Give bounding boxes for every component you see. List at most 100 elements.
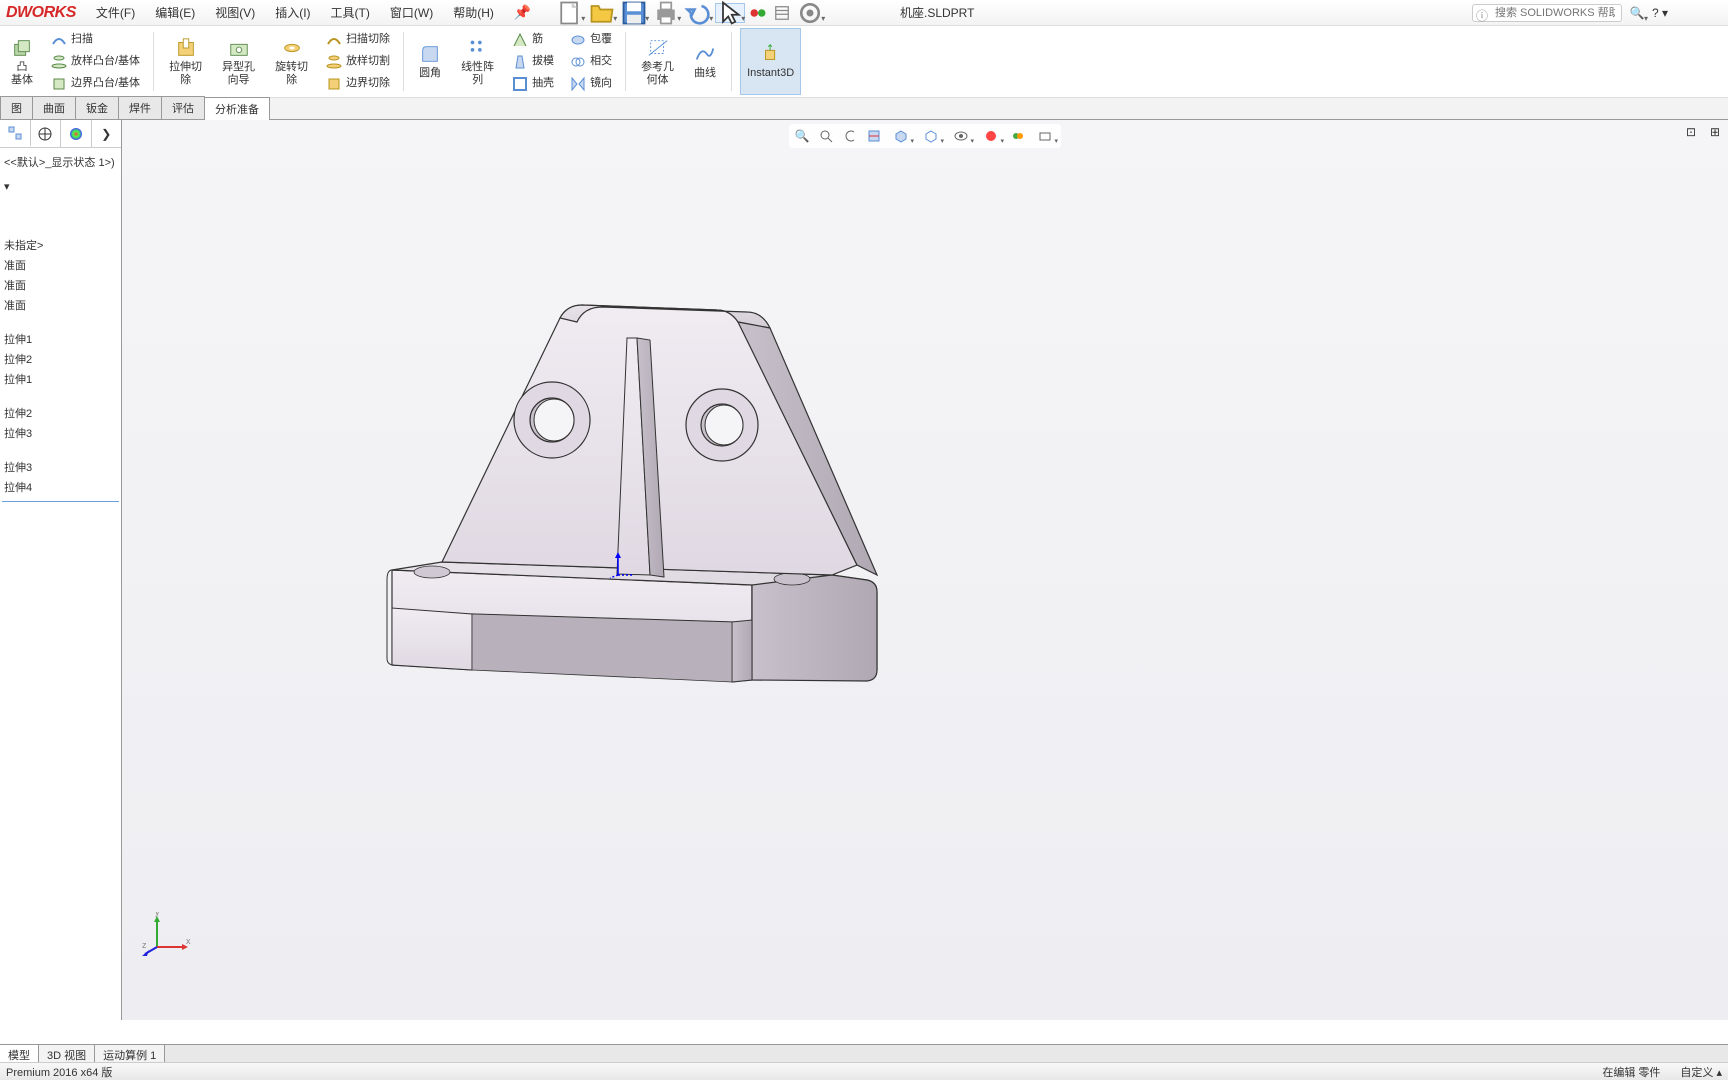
instant3d-button[interactable]: Instant3D: [740, 28, 801, 95]
editing-status: 在编辑 零件: [1602, 1064, 1660, 1080]
hole-wizard-label: 异型孔 向导: [222, 61, 255, 86]
view-toolbar: 🔍 ▾ ▾ ▾ ▾ ▾: [789, 124, 1061, 148]
new-doc-button[interactable]: ▾: [555, 3, 585, 23]
menu-edit[interactable]: 编辑(E): [147, 1, 203, 24]
help-menu-button[interactable]: ? ▾: [1652, 6, 1668, 20]
tree-item-plane[interactable]: 准面: [2, 275, 119, 295]
settings-button[interactable]: ▾: [795, 3, 825, 23]
shell-button[interactable]: 抽壳: [507, 73, 559, 95]
quick-access-toolbar: ▾ ▾ ▾ ▾ ▾ ▾ ▾: [555, 3, 825, 23]
rebuild-button[interactable]: [747, 3, 769, 23]
print-button[interactable]: ▾: [651, 3, 681, 23]
tree-item-feature[interactable]: 拉伸1: [2, 369, 119, 389]
menu-help[interactable]: 帮助(H): [445, 1, 502, 24]
tab-weldment[interactable]: 焊件: [118, 96, 162, 119]
loft-cut-label: 放样切割: [346, 55, 390, 68]
boundary-cut-button[interactable]: 边界切除: [321, 73, 395, 95]
menu-window[interactable]: 窗口(W): [382, 1, 441, 24]
options-button[interactable]: [771, 3, 793, 23]
tab-evaluate[interactable]: 评估: [161, 96, 205, 119]
custom-status[interactable]: 自定义 ▴: [1680, 1064, 1722, 1080]
tree-item-plane[interactable]: 准面: [2, 255, 119, 275]
swept-boss-button[interactable]: 扫描: [46, 29, 145, 51]
feature-tree: <<默认>_显示状态 1>) ▾ 未指定> 准面 准面 准面 拉伸1 拉伸2 拉…: [0, 148, 121, 510]
previous-view-icon[interactable]: [839, 126, 861, 146]
menu-tools[interactable]: 工具(T): [323, 1, 378, 24]
tab-sheetmetal[interactable]: 钣金: [75, 96, 119, 119]
boundary-boss-button[interactable]: 边界凸台/基体: [46, 73, 145, 95]
search-go-button[interactable]: 🔍▾: [1626, 3, 1648, 23]
edit-appearance-icon[interactable]: ▾: [977, 126, 1005, 146]
viewport-max-icon[interactable]: ⊞: [1704, 122, 1726, 142]
tree-item-feature[interactable]: 拉伸3: [2, 423, 119, 443]
viewport-restore-icon[interactable]: ⊡: [1680, 122, 1702, 142]
view-triad[interactable]: y x z: [142, 912, 192, 960]
linear-pattern-button[interactable]: 线性阵 列: [454, 28, 501, 95]
wrap-button[interactable]: 包覆: [565, 29, 617, 51]
instant3d-label: Instant3D: [747, 67, 794, 80]
tree-item[interactable]: ▾: [2, 178, 119, 195]
loft-cut-button[interactable]: 放样切割: [321, 51, 395, 73]
rollback-bar[interactable]: [2, 501, 119, 502]
mirror-button[interactable]: 镜向: [565, 73, 617, 95]
tab-analysis[interactable]: 分析准备: [204, 97, 270, 120]
tab-feature[interactable]: 图: [0, 96, 33, 119]
reference-geometry-label: 参考几 何体: [641, 61, 674, 86]
hole-wizard-button[interactable]: 异型孔 向导: [215, 28, 262, 95]
zoom-fit-icon[interactable]: 🔍: [791, 126, 813, 146]
curves-button[interactable]: 曲线: [687, 28, 723, 95]
extrude-cut-label: 拉伸切 除: [169, 61, 202, 86]
extrude-cut-button[interactable]: 拉伸切 除: [162, 28, 209, 95]
undo-button[interactable]: ▾: [683, 3, 713, 23]
tree-item-material[interactable]: 未指定>: [2, 235, 119, 255]
tree-item-feature[interactable]: 拉伸2: [2, 349, 119, 369]
display-style-icon[interactable]: ▾: [917, 126, 945, 146]
menu-insert[interactable]: 插入(I): [267, 1, 318, 24]
apply-scene-icon[interactable]: [1007, 126, 1029, 146]
boundary-boss-label: 边界凸台/基体: [71, 77, 140, 90]
menu-view[interactable]: 视图(V): [207, 1, 263, 24]
intersect-button[interactable]: 相交: [565, 51, 617, 73]
viewport-corner-controls: ⊡ ⊞: [1678, 120, 1728, 144]
svg-text:x: x: [186, 936, 191, 946]
tree-item-feature[interactable]: 拉伸4: [2, 477, 119, 497]
draft-button[interactable]: 拔模: [507, 51, 559, 73]
shell-label: 抽壳: [532, 77, 554, 90]
tree-item-feature[interactable]: 拉伸1: [2, 329, 119, 349]
tree-item-feature[interactable]: 拉伸2: [2, 403, 119, 423]
revolve-cut-button[interactable]: 旋转切 除: [268, 28, 315, 95]
loft-boss-button[interactable]: 放样凸台/基体: [46, 51, 145, 73]
help-search-input[interactable]: [1472, 4, 1622, 22]
open-button[interactable]: ▾: [587, 3, 617, 23]
model-render: [272, 210, 892, 690]
view-settings-icon[interactable]: ▾: [1031, 126, 1059, 146]
menu-file[interactable]: 文件(F): [88, 1, 143, 24]
version-label: Premium 2016 x64 版: [6, 1064, 112, 1080]
swept-cut-button[interactable]: 扫描切除: [321, 29, 395, 51]
extrude-boss-button[interactable]: 凸 基体: [4, 28, 40, 95]
expand-tab[interactable]: ❯: [92, 120, 122, 147]
design-tree-tab[interactable]: [0, 120, 31, 147]
reference-geometry-button[interactable]: 参考几 何体: [634, 28, 681, 95]
section-view-icon[interactable]: [863, 126, 885, 146]
rib-button[interactable]: 筋: [507, 29, 559, 51]
save-button[interactable]: ▾: [619, 3, 649, 23]
bottom-tab-3dview[interactable]: 3D 视图: [39, 1045, 95, 1062]
bottom-tab-motion[interactable]: 运动算例 1: [95, 1045, 165, 1062]
fillet-button[interactable]: 圆角: [412, 28, 448, 95]
display-state-item[interactable]: <<默认>_显示状态 1>): [2, 152, 119, 172]
appearance-tab[interactable]: [61, 120, 92, 147]
property-tab[interactable]: [31, 120, 62, 147]
pin-icon[interactable]: 📌: [514, 4, 531, 21]
tree-item-plane[interactable]: 准面: [2, 295, 119, 315]
tree-item-feature[interactable]: 拉伸3: [2, 457, 119, 477]
status-bar: Premium 2016 x64 版 在编辑 零件 自定义 ▴: [0, 1062, 1728, 1080]
zoom-area-icon[interactable]: [815, 126, 837, 146]
hide-show-icon[interactable]: ▾: [947, 126, 975, 146]
command-tabs: 图 曲面 钣金 焊件 评估 分析准备: [0, 98, 1728, 120]
bottom-tab-model[interactable]: 模型: [0, 1045, 39, 1062]
view-orientation-icon[interactable]: ▾: [887, 126, 915, 146]
tab-surface[interactable]: 曲面: [32, 96, 76, 119]
3d-viewport[interactable]: 🔍 ▾ ▾ ▾ ▾ ▾ ⊡ ⊞: [122, 120, 1728, 1020]
select-arrow-button[interactable]: ▾: [715, 3, 745, 23]
